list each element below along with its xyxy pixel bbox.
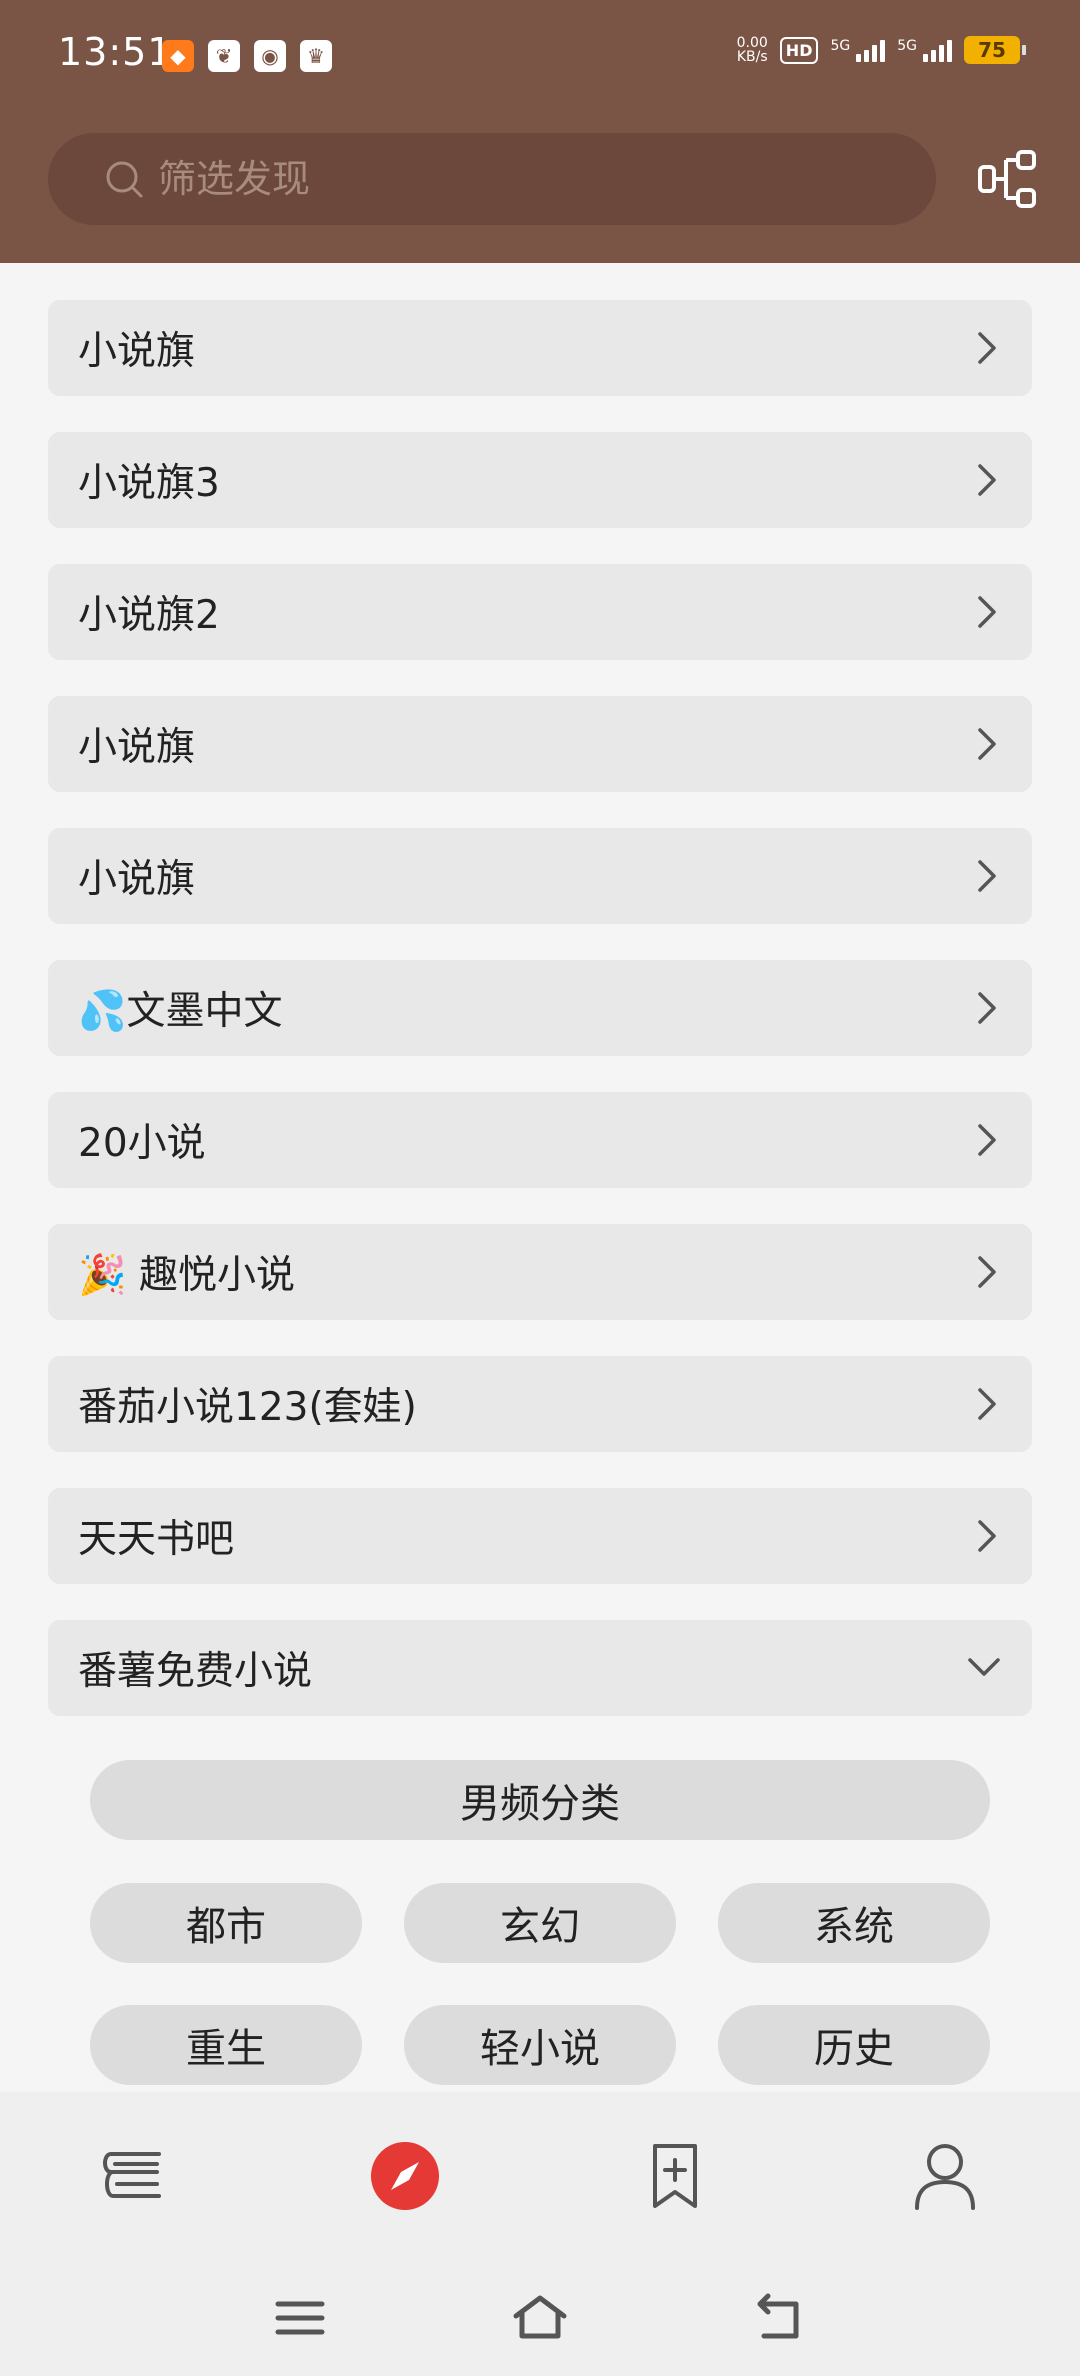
search-icon — [106, 161, 143, 198]
source-label: 番薯免费小说 — [78, 1649, 313, 1694]
nav-profile[interactable] — [810, 2092, 1080, 2260]
app-header: 13:51 ◆ ❦ ◉ ♛ 0.00 KB/s HD 5G 5G 75 — [0, 0, 1080, 263]
status-bar: 13:51 ◆ ❦ ◉ ♛ 0.00 KB/s HD 5G 5G 75 — [0, 0, 1080, 118]
net-speed-value: 0.00 — [736, 35, 768, 51]
category-chip[interactable]: 系统 — [718, 1883, 990, 1963]
source-label: 小说旗 — [78, 725, 196, 770]
category-chip[interactable]: 重生 — [90, 2005, 362, 2085]
chevron-right-icon — [978, 464, 996, 496]
compass-icon — [371, 2142, 439, 2210]
search-bar[interactable] — [48, 133, 936, 225]
source-row[interactable]: 🎉 趣悦小说 — [48, 1224, 1032, 1320]
net-speed: 0.00 KB/s — [737, 36, 768, 64]
chevron-right-icon — [978, 332, 996, 364]
source-row-expanded[interactable]: 番薯免费小说 — [48, 1620, 1032, 1716]
chevron-down-icon — [968, 1658, 1000, 1676]
source-row[interactable]: 小说旗 — [48, 696, 1032, 792]
category-header-button[interactable]: 男频分类 — [90, 1760, 990, 1840]
nav-bookmarks[interactable] — [540, 2092, 810, 2260]
search-input[interactable] — [158, 157, 858, 201]
chevron-right-icon — [978, 1256, 996, 1288]
notification-icons: ◆ ❦ ◉ ♛ — [162, 40, 332, 72]
source-row[interactable]: 💦文墨中文 — [48, 960, 1032, 1056]
chevron-right-icon — [978, 1388, 996, 1420]
chevron-right-icon — [978, 992, 996, 1024]
leaf-notification-icon: ❦ — [208, 40, 240, 72]
profile-icon — [915, 2144, 975, 2210]
source-row[interactable]: 小说旗3 — [48, 432, 1032, 528]
bookmark-add-icon — [653, 2144, 697, 2208]
source-row[interactable]: 小说旗 — [48, 828, 1032, 924]
source-label: 小说旗2 — [78, 593, 220, 638]
source-label: 番茄小说123(套娃) — [78, 1385, 417, 1430]
crown-icon: ♛ — [300, 40, 332, 72]
nav-bookshelf[interactable] — [0, 2092, 270, 2260]
source-row[interactable]: 番茄小说123(套娃) — [48, 1356, 1032, 1452]
chevron-right-icon — [978, 1520, 996, 1552]
source-list: 小说旗 小说旗3 小说旗2 小说旗 小说旗 💦文墨中文 20小说 🎉 趣悦小说 … — [48, 300, 1032, 1752]
chevron-right-icon — [978, 728, 996, 760]
source-label: 20小说 — [78, 1121, 206, 1166]
nav-discover[interactable] — [270, 2092, 540, 2260]
status-time: 13:51 — [58, 30, 173, 74]
category-chip[interactable]: 轻小说 — [404, 2005, 676, 2085]
signal-icon-1: 5G — [830, 38, 886, 62]
source-label: 小说旗 — [78, 857, 196, 902]
source-row[interactable]: 20小说 — [48, 1092, 1032, 1188]
bottom-nav — [0, 2092, 1080, 2260]
source-label: 🎉 趣悦小说 — [78, 1253, 295, 1298]
status-indicators: 0.00 KB/s HD 5G 5G 75 — [737, 36, 1026, 64]
home-icon[interactable] — [510, 2290, 570, 2346]
source-manage-icon[interactable] — [978, 150, 1038, 208]
app-notification-icon: ◆ — [162, 40, 194, 72]
wechat-icon: ◉ — [254, 40, 286, 72]
signal-label-2: 5G — [897, 38, 917, 54]
source-row[interactable]: 小说旗2 — [48, 564, 1032, 660]
net-speed-unit: KB/s — [736, 49, 768, 65]
chevron-right-icon — [978, 596, 996, 628]
hd-icon: HD — [779, 36, 819, 64]
source-label: 小说旗 — [78, 329, 196, 374]
source-row[interactable]: 天天书吧 — [48, 1488, 1032, 1584]
category-chip[interactable]: 都市 — [90, 1883, 362, 1963]
source-label: 天天书吧 — [78, 1517, 235, 1562]
menu-icon[interactable] — [270, 2290, 330, 2346]
category-chip[interactable]: 玄幻 — [404, 1883, 676, 1963]
bookshelf-icon — [103, 2152, 161, 2198]
source-row[interactable]: 小说旗 — [48, 300, 1032, 396]
back-icon[interactable] — [750, 2290, 810, 2346]
source-label: 小说旗3 — [78, 461, 220, 506]
battery-icon: 75 — [964, 36, 1026, 64]
category-chip[interactable]: 历史 — [718, 2005, 990, 2085]
source-label: 💦文墨中文 — [78, 989, 283, 1034]
chevron-right-icon — [978, 860, 996, 892]
chevron-right-icon — [978, 1124, 996, 1156]
system-nav-bar — [0, 2260, 1080, 2376]
signal-label-1: 5G — [830, 38, 851, 54]
signal-icon-2: 5G — [897, 38, 952, 62]
